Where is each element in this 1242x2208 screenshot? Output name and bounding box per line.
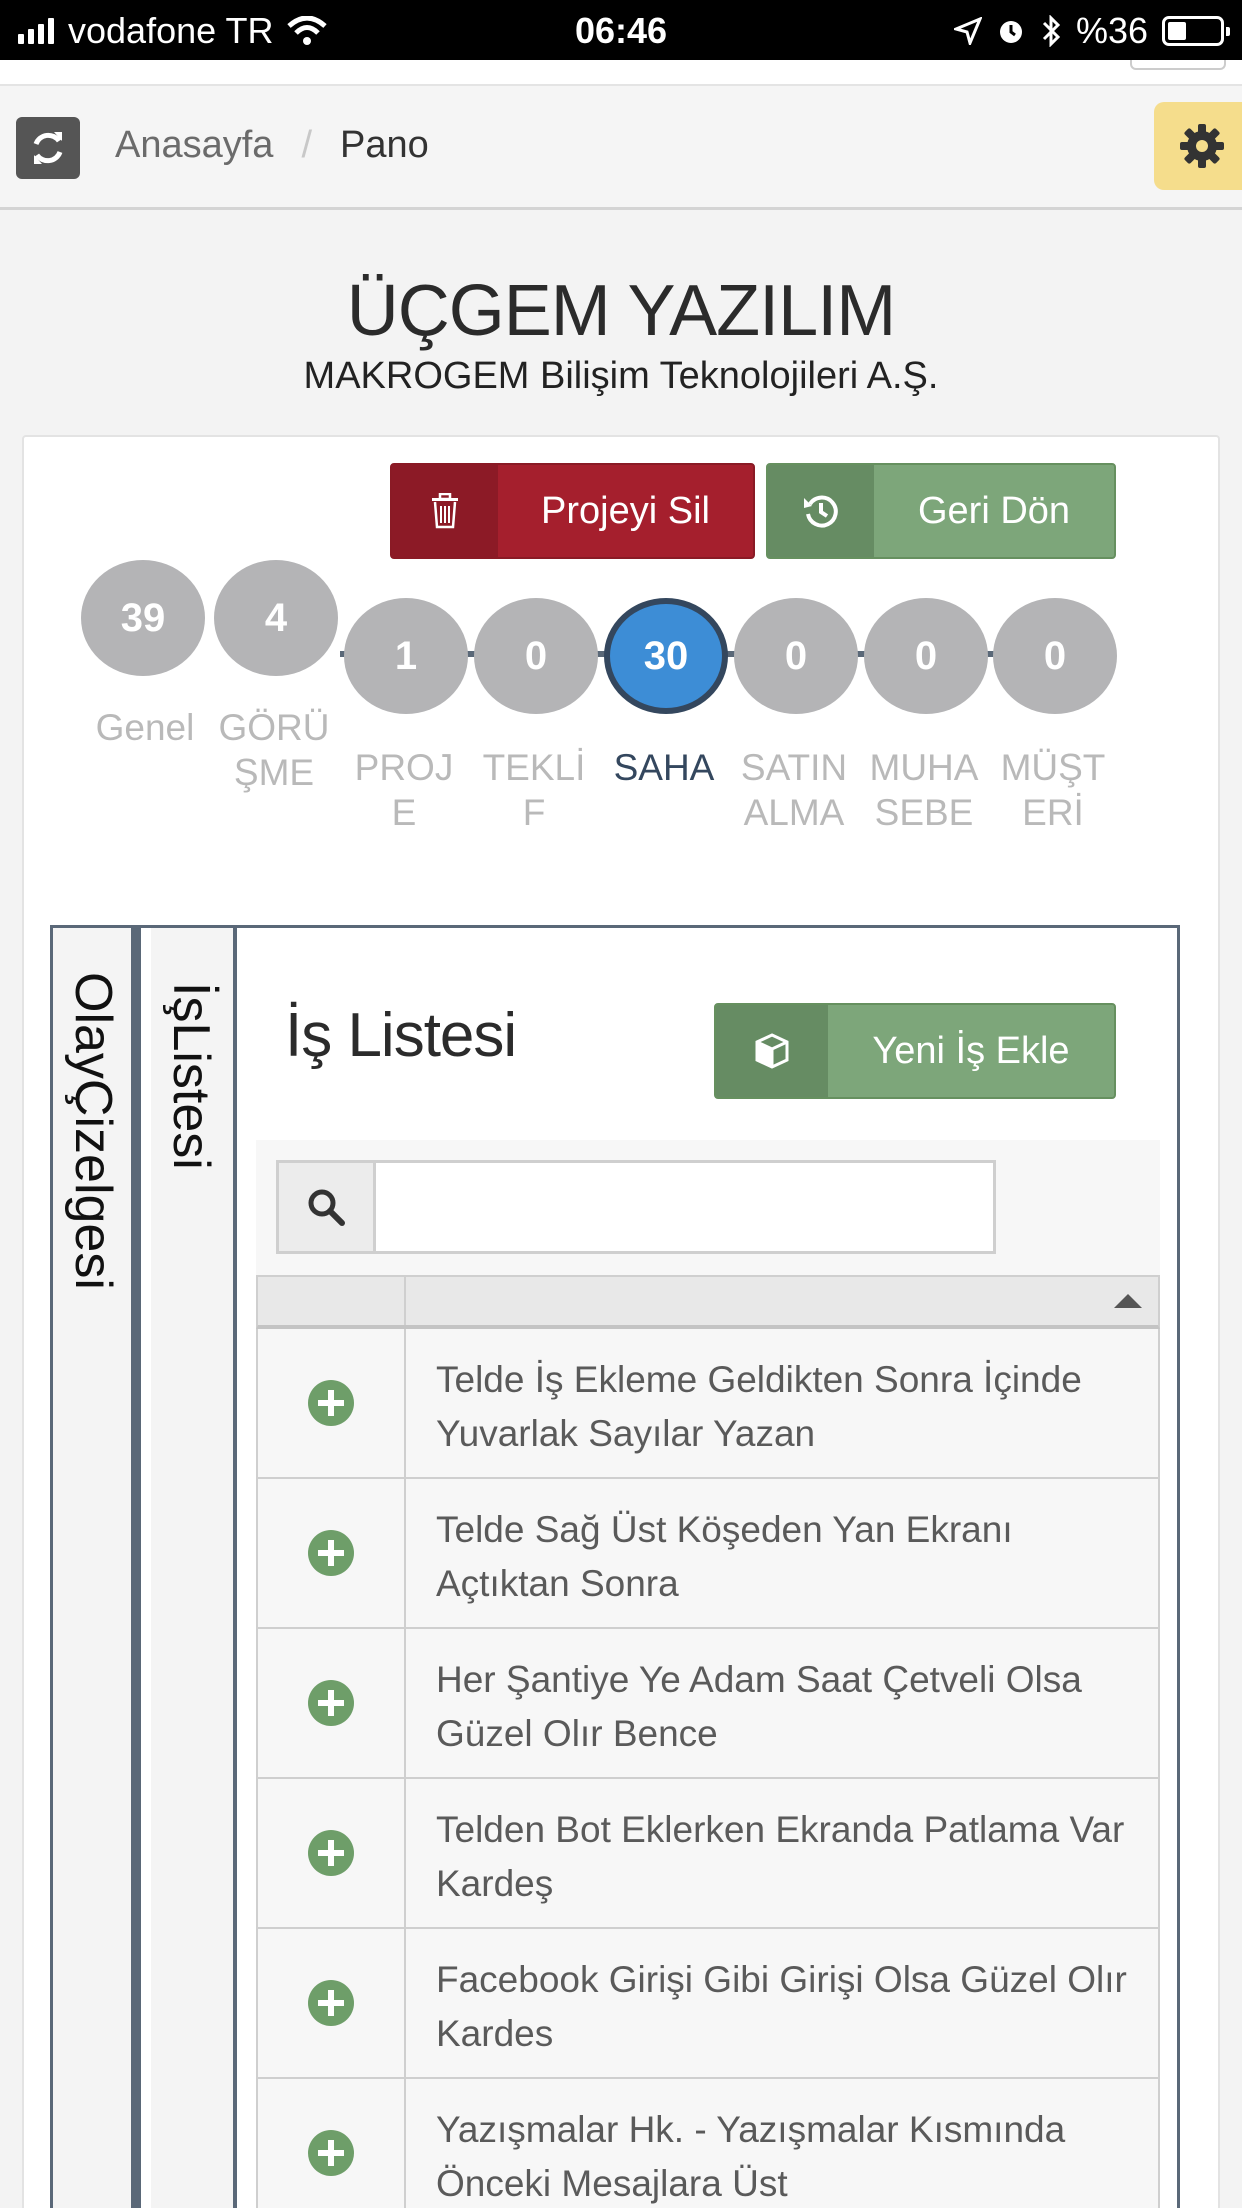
company-title: ÜÇGEM YAZILIM (346, 271, 896, 351)
search-input[interactable] (376, 1163, 993, 1251)
refresh-icon (33, 132, 63, 164)
search-box (276, 1160, 996, 1254)
job-title: Yazışmalar Hk. - Yazışmalar Kısmında Önc… (436, 2109, 1066, 2204)
job-title: Telde İş Ekleme Geldikten Sonra İçinde Y… (436, 1359, 1082, 1454)
step-badge[interactable]: 0 (993, 598, 1117, 714)
breadcrumb-separator: / (301, 124, 313, 166)
refresh-button[interactable] (16, 117, 80, 179)
delete-project-button[interactable]: Projeyi Sil (390, 463, 755, 559)
table-row[interactable]: Telde İş Ekleme Geldikten Sonra İçinde Y… (256, 1329, 1160, 1479)
tab-event-timeline-label: OlayÇizelgesi (64, 972, 122, 1290)
breadcrumb-current: Pano (340, 124, 429, 166)
plus-circle-icon[interactable] (308, 1980, 354, 2026)
plus-circle-icon[interactable] (308, 1530, 354, 1576)
step-label[interactable]: Genel (85, 705, 205, 750)
add-new-job-button[interactable]: Yeni İş Ekle (714, 1003, 1116, 1099)
alarm-icon (999, 21, 1022, 43)
breadcrumb: Anasayfa / Pano (115, 124, 429, 167)
tab-work-list[interactable]: İşListesi (151, 928, 237, 2208)
search-icon (308, 1189, 345, 1226)
step-badge[interactable]: 39 (81, 560, 205, 676)
step-label[interactable]: MÜŞT ERİ (993, 745, 1113, 835)
step-badge[interactable]: 0 (474, 598, 598, 714)
step-badge[interactable]: 0 (734, 598, 858, 714)
tab-event-timeline[interactable]: OlayÇizelgesi (53, 928, 141, 2208)
table-header-cell-action (258, 1277, 406, 1325)
plus-circle-icon[interactable] (308, 2130, 354, 2176)
job-title: Telden Bot Eklerken Ekranda Patlama Var … (436, 1809, 1125, 1904)
step-label[interactable]: SATIN ALMA (734, 745, 854, 835)
job-title: Telde Sağ Üst Köşeden Yan Ekranı Açtıkta… (436, 1509, 1013, 1604)
step-badge[interactable]: 1 (344, 598, 468, 714)
breadcrumb-bar: Anasayfa / Pano (0, 86, 1242, 210)
tab-work-list-label: İşListesi (162, 982, 220, 1170)
history-icon (804, 495, 838, 528)
work-list-title: İş Listesi (285, 1001, 517, 1070)
table-body: Telde İş Ekleme Geldikten Sonra İçinde Y… (256, 1329, 1160, 2208)
row-expand-cell (258, 2079, 406, 2208)
plus-circle-icon[interactable] (308, 1380, 354, 1426)
battery-icon (1162, 16, 1230, 46)
plus-circle-icon[interactable] (308, 1680, 354, 1726)
step-label[interactable]: PROJ E (344, 745, 464, 835)
settings-button[interactable] (1154, 102, 1242, 190)
bluetooth-icon (1042, 15, 1061, 47)
step-badge[interactable]: 30 (604, 598, 728, 714)
nav-toggle-fragment[interactable] (1130, 60, 1226, 70)
cube-icon (755, 1033, 789, 1069)
table-header-cell-title[interactable] (406, 1277, 1158, 1325)
job-title: Her Şantiye Ye Adam Saat Çetveli Olsa Gü… (436, 1659, 1082, 1754)
go-back-button[interactable]: Geri Dön (766, 463, 1116, 559)
table-row[interactable]: Telden Bot Eklerken Ekranda Patlama Var … (256, 1779, 1160, 1929)
status-bar: vodafone TR 06:46 %36 (0, 0, 1242, 60)
plus-circle-icon[interactable] (308, 1830, 354, 1876)
row-expand-cell (258, 1629, 406, 1777)
row-expand-cell (258, 1479, 406, 1627)
location-arrow-icon (953, 17, 982, 45)
delete-project-label: Projeyi Sil (541, 489, 710, 532)
row-expand-cell (258, 1329, 406, 1477)
add-new-job-label: Yeni İş Ekle (872, 1029, 1070, 1072)
job-title: Facebook Girişi Gibi Girişi Olsa Güzel O… (436, 1959, 1127, 2054)
trash-icon (432, 493, 458, 529)
step-label[interactable]: SAHA (604, 745, 724, 790)
step-badge[interactable]: 4 (214, 560, 338, 676)
battery-percent: %36 (1075, 10, 1148, 51)
table-row[interactable]: Yazışmalar Hk. - Yazışmalar Kısmında Önc… (256, 2079, 1160, 2208)
table-row[interactable]: Facebook Girişi Gibi Girişi Olsa Güzel O… (256, 1929, 1160, 2079)
breadcrumb-home-link[interactable]: Anasayfa (115, 124, 273, 167)
table-header (256, 1275, 1160, 1329)
top-nav-fragment (0, 60, 1242, 86)
row-expand-cell (258, 1779, 406, 1927)
step-badge[interactable]: 0 (864, 598, 988, 714)
step-label[interactable]: MUHA SEBE (864, 745, 984, 835)
search-addon (279, 1163, 376, 1251)
table-row[interactable]: Telde Sağ Üst Köşeden Yan Ekranı Açtıkta… (256, 1479, 1160, 1629)
row-expand-cell (258, 1929, 406, 2077)
table-row[interactable]: Her Şantiye Ye Adam Saat Çetveli Olsa Gü… (256, 1629, 1160, 1779)
company-subtitle: MAKROGEM Bilişim Teknolojileri A.Ş. (303, 355, 939, 397)
work-list-table: Telde İş Ekleme Geldikten Sonra İçinde Y… (256, 1275, 1160, 2208)
sort-asc-icon[interactable] (1114, 1294, 1142, 1308)
go-back-label: Geri Dön (917, 489, 1071, 532)
step-label[interactable]: TEKLİ F (474, 745, 594, 835)
step-label[interactable]: GÖRÜ ŞME (214, 705, 334, 795)
gear-icon (1180, 124, 1224, 168)
